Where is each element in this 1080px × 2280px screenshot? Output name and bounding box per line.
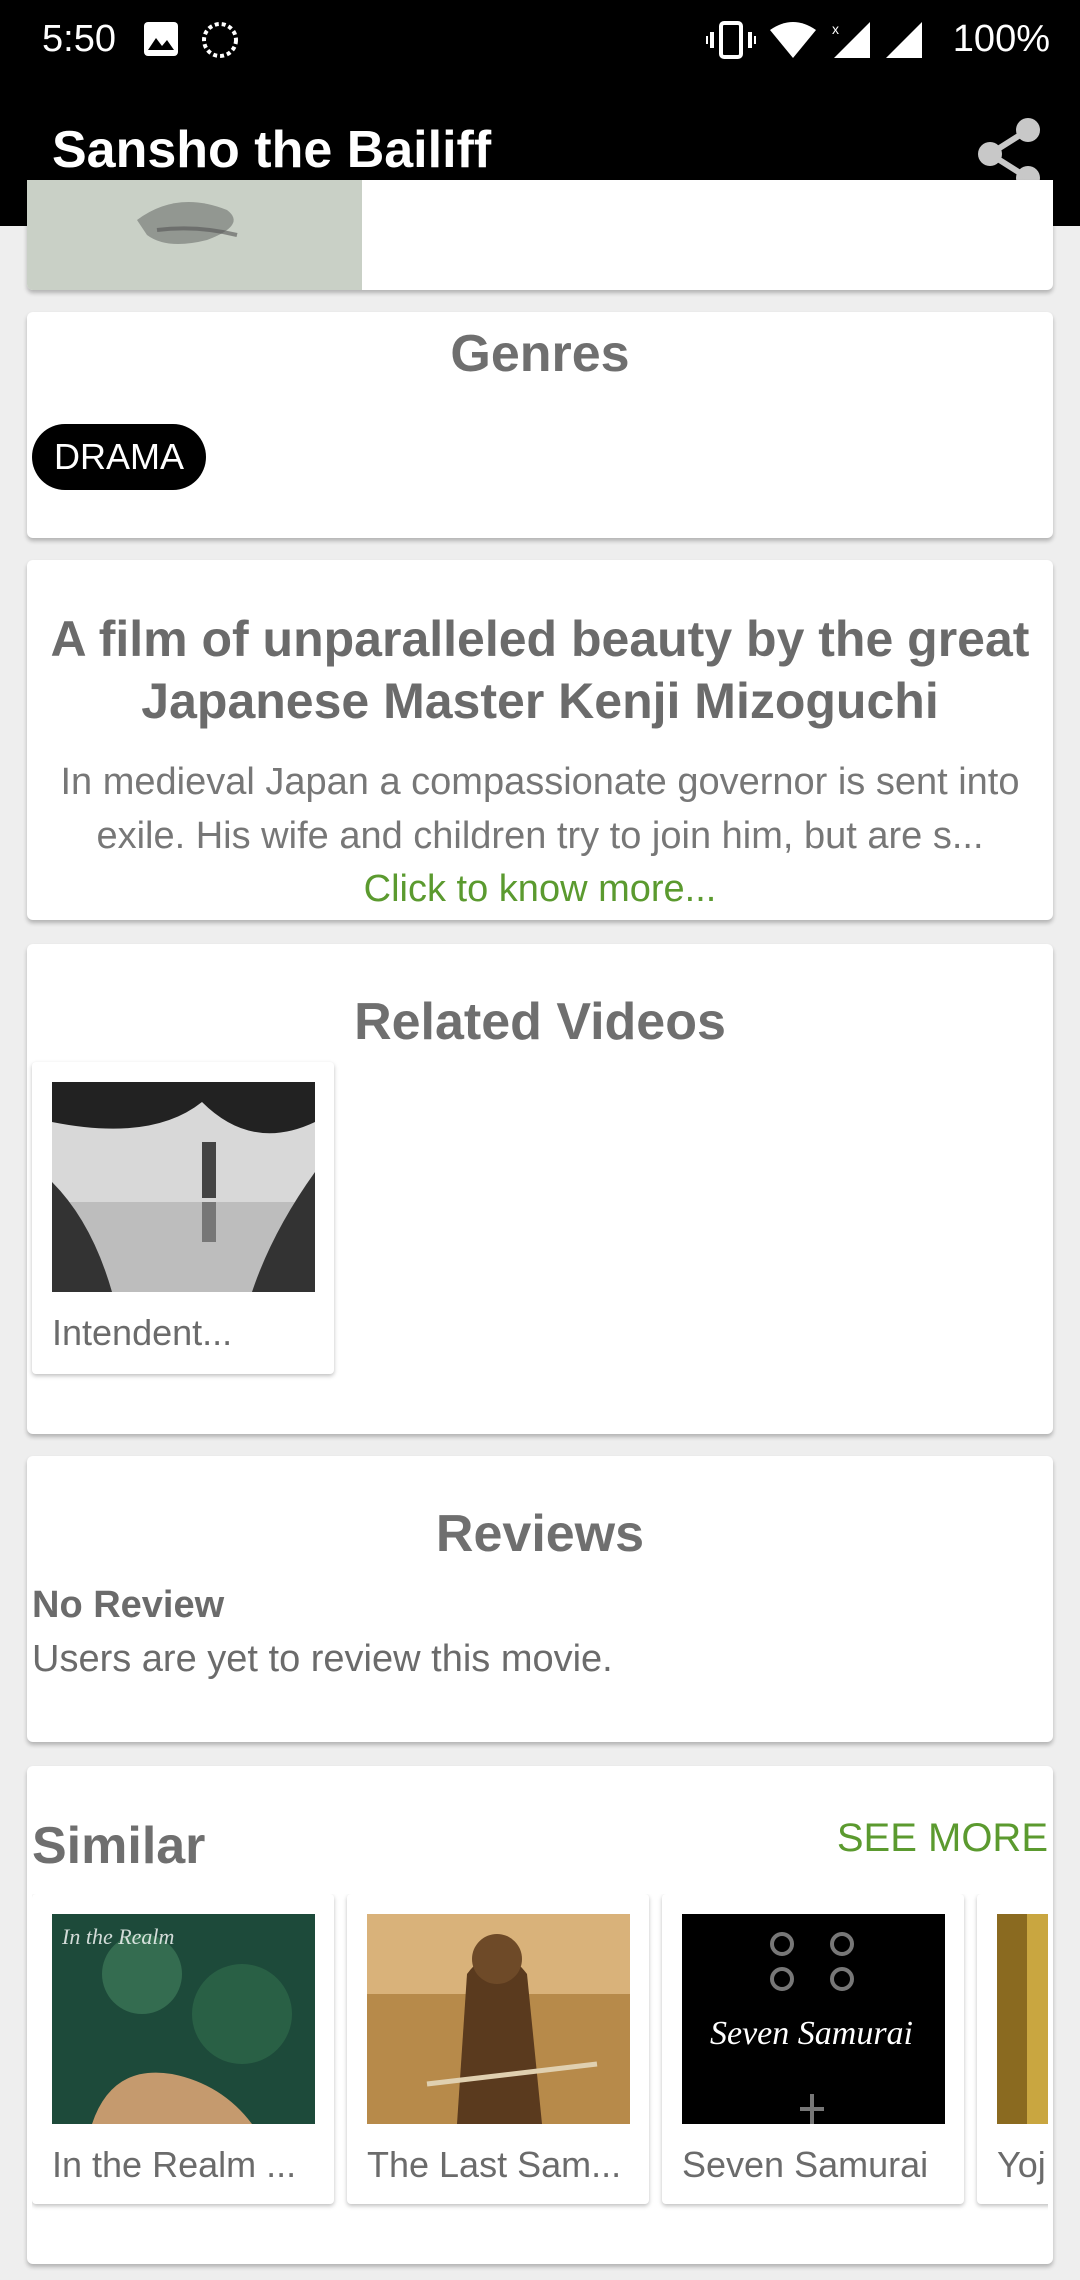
poster-image (27, 180, 362, 290)
battery-percent: 100% (952, 18, 1050, 60)
similar-card: Similar SEE MORE In the Realm In the Rea… (27, 1766, 1053, 2264)
synopsis: In medieval Japan a compassionate govern… (60, 761, 1020, 857)
reviews-title: Reviews (435, 1505, 645, 1563)
related-videos-card: Related Videos Intendent... (27, 944, 1053, 1434)
similar-item-label: The Last Sam... (367, 2144, 622, 2185)
genres-card: Genres DRAMA (27, 312, 1053, 538)
vibrate-icon (706, 21, 756, 59)
status-bar: 5:50 x 100% (0, 0, 1080, 78)
sync-notification-icon (202, 22, 238, 58)
similar-item-label: Seven Samurai (682, 2144, 929, 2185)
page-title: Sansho the Bailiff (52, 121, 492, 179)
no-review-heading: No Review (32, 1584, 225, 1626)
svg-text:In the Realm: In the Realm (61, 1924, 174, 1949)
reviews-card: Reviews No Review Users are yet to revie… (27, 1456, 1053, 1742)
similar-item-thumbnail (997, 1914, 1048, 2124)
related-videos-title: Related Videos (354, 993, 726, 1051)
related-video-tile[interactable]: Intendent... (32, 1062, 334, 1374)
similar-item-tile[interactable]: In the Realm In the Realm ... (32, 1894, 334, 2204)
signal-roaming-icon: x (832, 21, 870, 58)
see-more-button[interactable]: SEE MORE (837, 1816, 1048, 1861)
genres-title: Genres (450, 325, 630, 383)
similar-item-thumbnail: Seven Samurai (682, 1914, 945, 2124)
tagline: A film of unparalleled beauty by the gre… (50, 611, 1030, 729)
similar-item-thumbnail (367, 1914, 630, 2124)
similar-item-thumbnail: In the Realm (52, 1914, 315, 2124)
related-video-label: Intendent... (52, 1312, 233, 1353)
similar-item-tile[interactable]: Yoj (977, 1894, 1048, 2204)
status-time: 5:50 (42, 18, 116, 60)
image-notification-icon (144, 22, 178, 56)
no-review-message: Users are yet to review this movie. (32, 1638, 613, 1680)
click-to-know-more-link[interactable]: Click to know more... (27, 868, 1053, 911)
similar-item-tile[interactable]: The Last Sam... (347, 1894, 649, 2204)
overview-card: A film of unparalleled beauty by the gre… (27, 560, 1053, 920)
poster-card (27, 180, 1053, 290)
similar-carousel[interactable]: In the Realm In the Realm ... The Last S… (32, 1894, 1048, 2214)
similar-item-tile[interactable]: Seven Samurai Seven Samurai (662, 1894, 964, 2204)
wifi-icon (770, 22, 816, 58)
similar-title: Similar (32, 1817, 206, 1875)
svg-text:x: x (832, 21, 839, 37)
similar-item-label: In the Realm ... (52, 2144, 297, 2185)
genre-chip-drama[interactable]: DRAMA (32, 424, 207, 490)
related-video-thumbnail (52, 1082, 315, 1292)
svg-text:Seven Samurai: Seven Samurai (710, 2015, 913, 2052)
signal-icon (886, 22, 922, 58)
similar-item-label: Yoj (997, 2144, 1046, 2185)
